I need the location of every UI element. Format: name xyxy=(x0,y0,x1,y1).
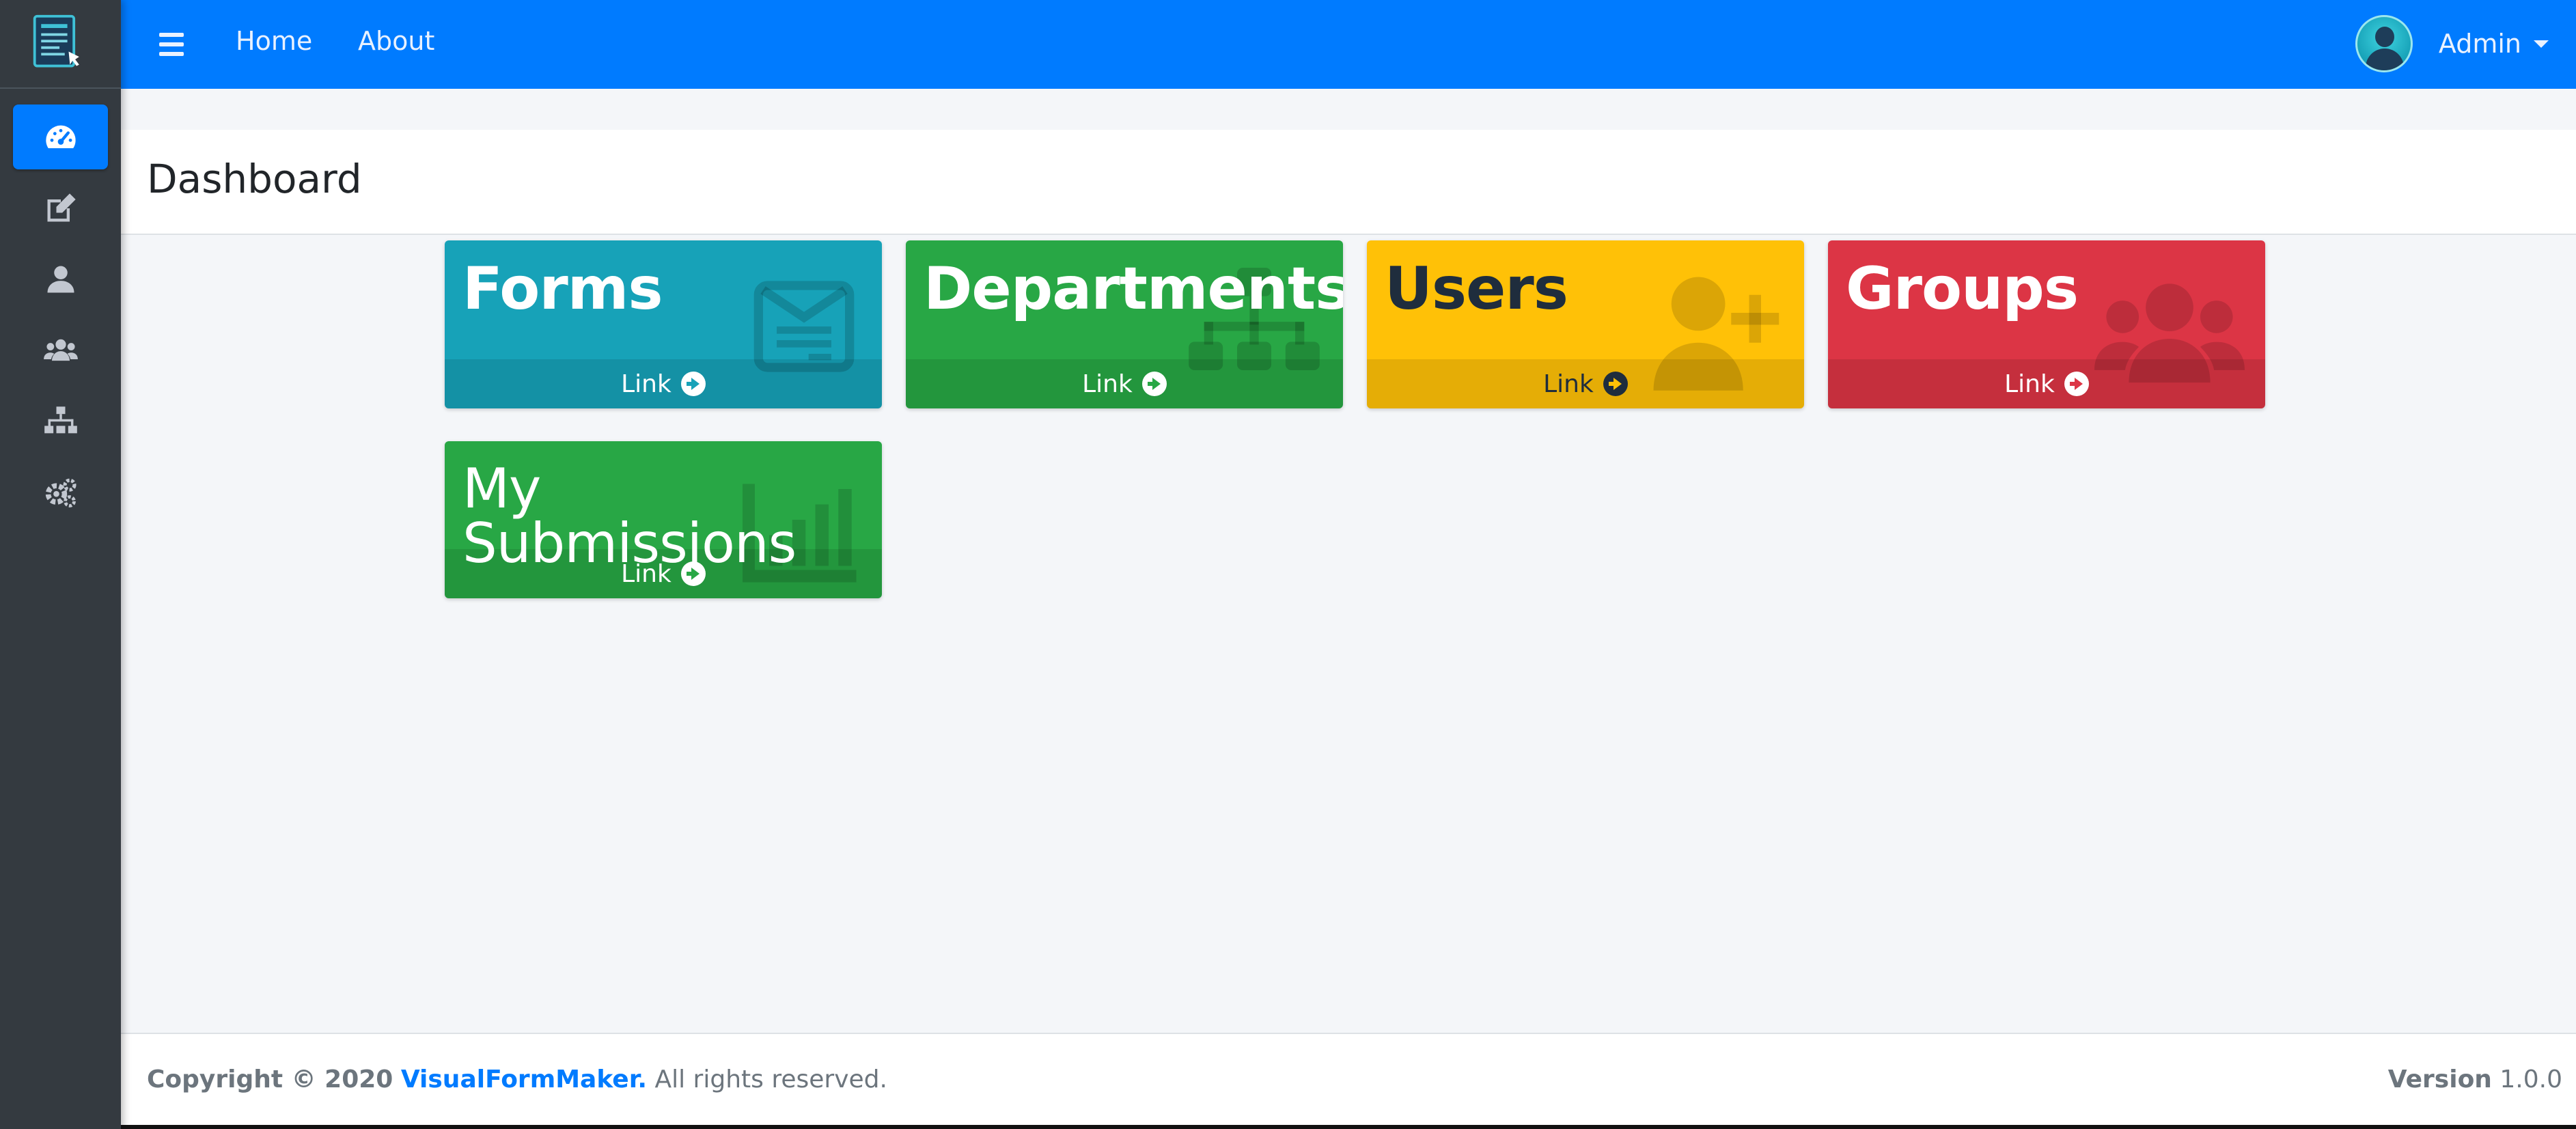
main-sidebar xyxy=(0,0,121,1129)
tile-link-label: Link xyxy=(2004,370,2055,398)
tile-users: Users Link xyxy=(1367,240,1804,408)
content-header: Dashboard xyxy=(121,130,2576,235)
arrow-circle-right-icon xyxy=(1141,372,1167,396)
version-value: 1.0.0 xyxy=(2499,1065,2562,1093)
sidebar-item-departments[interactable] xyxy=(13,389,108,454)
cogs-icon xyxy=(45,478,77,507)
main-footer: Copyright © 2020 VisualFormMaker. All ri… xyxy=(121,1033,2576,1125)
form-document-icon xyxy=(33,14,79,68)
tile-title: Forms xyxy=(462,255,663,323)
arrow-circle-right-icon xyxy=(680,372,706,396)
edit-icon xyxy=(47,193,76,221)
tile-link-label: Link xyxy=(1543,370,1594,398)
user-avatar-icon[interactable] xyxy=(2355,15,2413,72)
tile-link-label: Link xyxy=(621,370,671,398)
sidebar-item-groups[interactable] xyxy=(13,318,108,382)
user-icon xyxy=(47,266,74,292)
tile-title: Users xyxy=(1385,255,1568,323)
nav-link-about[interactable]: About xyxy=(358,26,434,56)
arrow-circle-right-icon xyxy=(2064,372,2089,396)
top-navbar: Home About Admin xyxy=(121,0,2576,89)
tile-groups: Groups Link xyxy=(1828,240,2265,408)
version-label: Version xyxy=(2387,1065,2492,1093)
sidebar-item-user[interactable] xyxy=(13,247,108,311)
tile-title: Groups xyxy=(1846,255,2079,323)
sidebar-item-dashboard[interactable] xyxy=(13,104,108,169)
sidebar-item-forms[interactable] xyxy=(13,176,108,240)
tile-title: My Submissions xyxy=(462,457,797,575)
chevron-down-icon[interactable] xyxy=(2534,40,2549,48)
copyright-text: Copyright © 2020 VisualFormMaker. All ri… xyxy=(147,1065,887,1093)
page-title: Dashboard xyxy=(147,156,362,202)
tile-departments: Departments Link xyxy=(906,240,1343,408)
nav-link-home[interactable]: Home xyxy=(236,26,312,56)
copyright-prefix: Copyright © 2020 xyxy=(147,1065,393,1093)
arrow-circle-right-icon xyxy=(1603,372,1628,396)
version-info: Version 1.0.0 xyxy=(2388,1065,2562,1093)
users-icon xyxy=(43,339,78,361)
tile-link-label: Link xyxy=(1082,370,1133,398)
bottom-edge xyxy=(0,1125,2576,1129)
user-name[interactable]: Admin xyxy=(2439,29,2521,59)
copyright-suffix: All rights reserved. xyxy=(654,1065,887,1093)
tile-my-submissions: My Submissions Link xyxy=(445,441,882,598)
hamburger-icon[interactable] xyxy=(159,33,184,56)
sitemap-icon xyxy=(44,406,77,433)
brand-logo[interactable] xyxy=(0,0,121,89)
tile-forms: Forms Link xyxy=(445,240,882,408)
user-menu[interactable]: Admin xyxy=(2355,10,2549,78)
brand-link[interactable]: VisualFormMaker. xyxy=(401,1065,647,1093)
sidebar-item-settings[interactable] xyxy=(13,460,108,525)
tile-title: Departments xyxy=(924,255,1343,323)
tachometer-icon xyxy=(45,125,76,148)
